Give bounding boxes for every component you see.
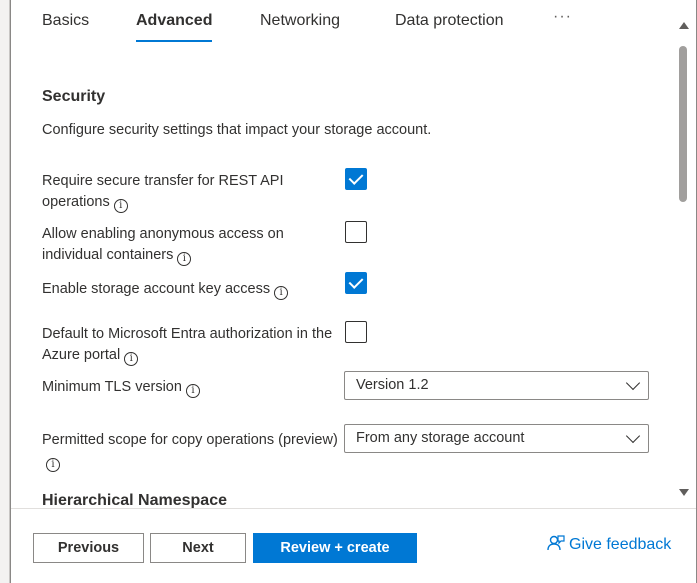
copy-scope-dropdown[interactable]: From any storage account xyxy=(344,424,649,453)
feedback-person-icon xyxy=(547,535,565,551)
tab-data-protection[interactable]: Data protection xyxy=(395,12,504,30)
copy-scope-label: Permitted scope for copy operations (pre… xyxy=(42,430,342,472)
give-feedback-label: Give feedback xyxy=(569,536,672,553)
secure-transfer-checkbox[interactable] xyxy=(345,168,367,190)
tls-version-label: Minimum TLS version i xyxy=(42,377,342,398)
info-icon[interactable]: i xyxy=(124,352,139,366)
entra-auth-label-text: Default to Microsoft Entra authorization… xyxy=(42,326,333,363)
tab-basics[interactable]: Basics xyxy=(42,12,89,30)
secure-transfer-label-text: Require secure transfer for REST API ope… xyxy=(42,173,284,210)
review-create-button[interactable]: Review + create xyxy=(253,533,417,563)
chevron-down-icon xyxy=(625,428,641,444)
anonymous-access-checkbox[interactable] xyxy=(345,221,367,243)
wizard-footer: Previous Next Review + create Give feedb… xyxy=(11,508,696,583)
security-section-title: Security xyxy=(42,88,106,105)
vertical-scrollbar[interactable] xyxy=(674,0,692,508)
scroll-up-arrow-icon[interactable] xyxy=(679,22,689,29)
background-window-edge xyxy=(0,0,10,583)
account-key-access-label-text: Enable storage account key access xyxy=(42,281,271,297)
secure-transfer-label: Require secure transfer for REST API ope… xyxy=(42,171,342,213)
account-key-access-label: Enable storage account key access i xyxy=(42,279,342,300)
tab-networking[interactable]: Networking xyxy=(260,12,340,30)
security-section-description: Configure security settings that impact … xyxy=(42,122,432,138)
info-icon[interactable]: i xyxy=(113,199,128,213)
info-icon[interactable]: i xyxy=(177,252,192,266)
tls-version-label-text: Minimum TLS version xyxy=(42,379,182,395)
next-button[interactable]: Next xyxy=(150,533,246,563)
more-tabs-icon[interactable]: ··· xyxy=(553,8,572,26)
chevron-down-icon xyxy=(625,375,641,391)
account-key-access-checkbox[interactable] xyxy=(345,272,367,294)
previous-button[interactable]: Previous xyxy=(33,533,144,563)
info-icon[interactable]: i xyxy=(185,384,200,398)
scroll-down-arrow-icon[interactable] xyxy=(679,489,689,496)
tab-advanced[interactable]: Advanced xyxy=(136,12,212,30)
anonymous-access-label-text: Allow enabling anonymous access on indiv… xyxy=(42,226,284,263)
info-icon[interactable]: i xyxy=(274,286,289,300)
tab-bar: Basics Advanced Networking Data protecti… xyxy=(11,0,671,48)
anonymous-access-label: Allow enabling anonymous access on indiv… xyxy=(42,224,342,266)
hierarchical-namespace-section-title: Hierarchical Namespace xyxy=(42,492,227,508)
entra-auth-label: Default to Microsoft Entra authorization… xyxy=(42,324,342,366)
active-tab-indicator xyxy=(136,40,212,42)
tls-version-value: Version 1.2 xyxy=(356,377,429,393)
copy-scope-label-text: Permitted scope for copy operations (pre… xyxy=(42,432,338,448)
give-feedback-link[interactable]: Give feedback xyxy=(547,534,671,554)
entra-auth-checkbox[interactable] xyxy=(345,321,367,343)
create-storage-account-panel: Basics Advanced Networking Data protecti… xyxy=(10,0,697,583)
scroll-thumb[interactable] xyxy=(679,46,687,202)
info-icon[interactable]: i xyxy=(46,458,60,472)
tls-version-dropdown[interactable]: Version 1.2 xyxy=(344,371,649,400)
copy-scope-value: From any storage account xyxy=(356,430,525,446)
